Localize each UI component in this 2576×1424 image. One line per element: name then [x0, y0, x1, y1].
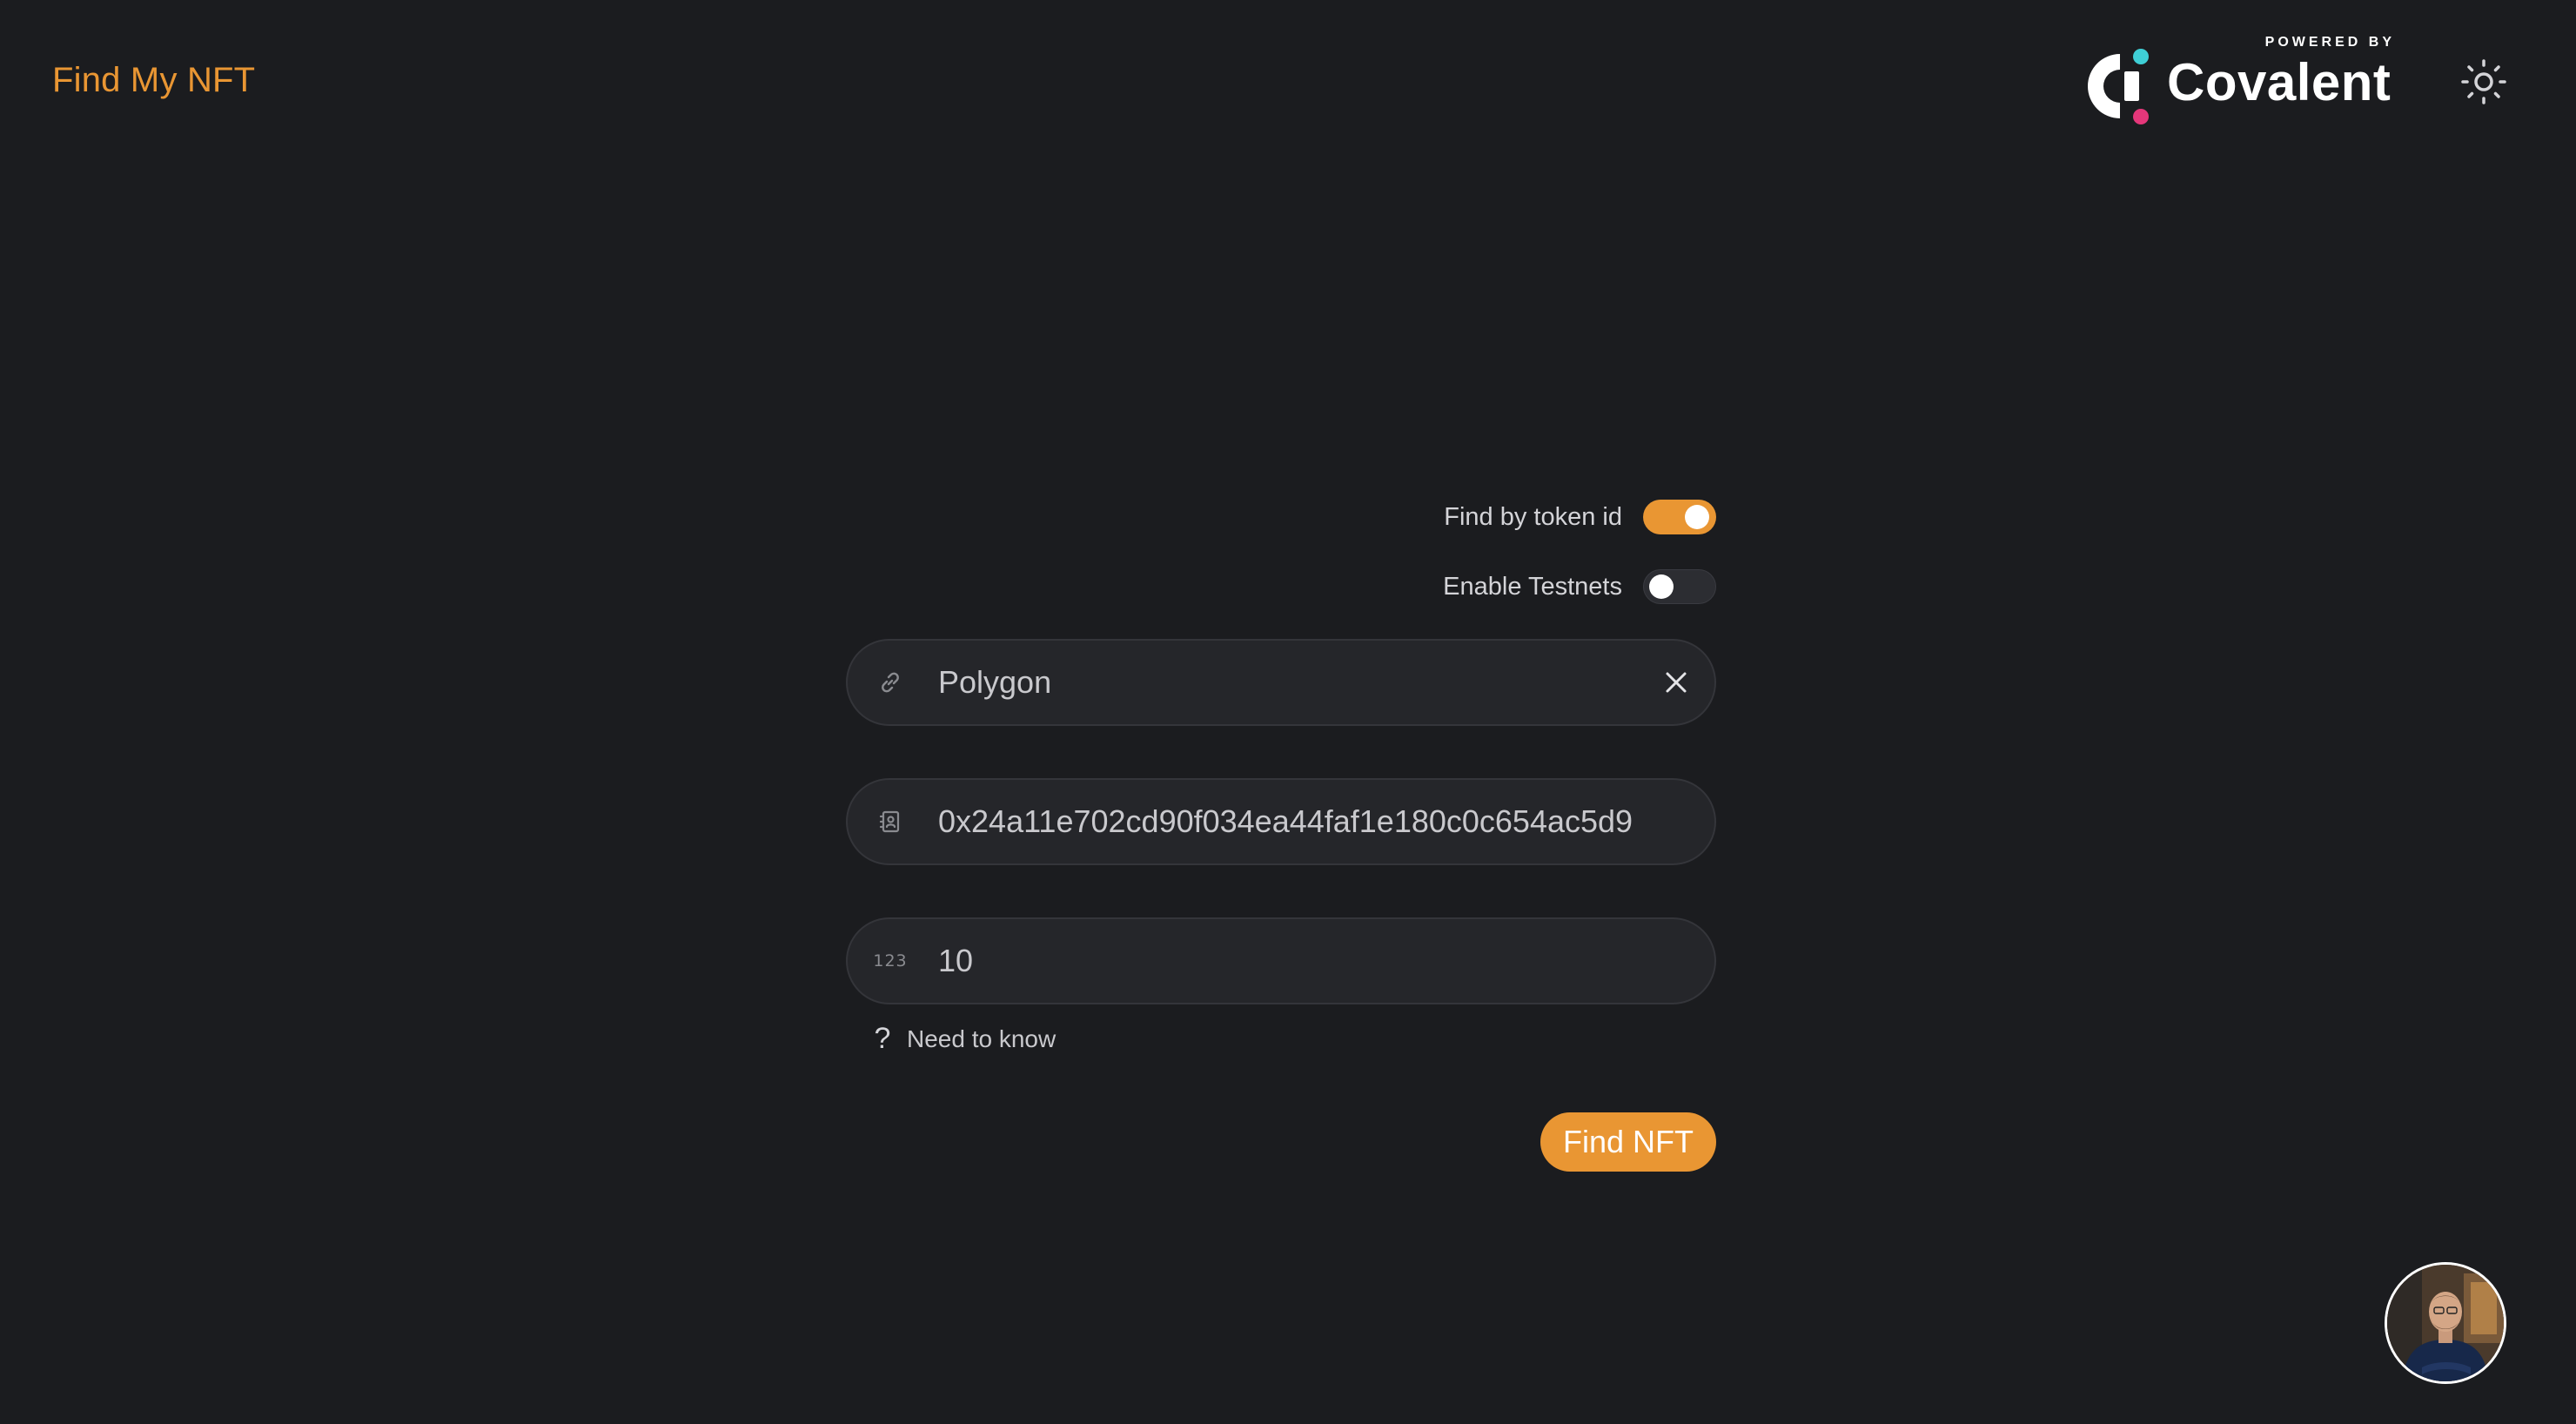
link-icon: [875, 668, 905, 697]
covalent-wordmark: Covalent: [2167, 53, 2392, 111]
covalent-brand[interactable]: POWERED BY Covalent: [2082, 31, 2404, 127]
app-page: Find My NFT POWERED BY Covalent Find by …: [0, 0, 2576, 1424]
contact-card-icon: [875, 807, 905, 836]
numbers-icon: 123: [873, 951, 908, 971]
find-nft-button[interactable]: Find NFT: [1540, 1112, 1716, 1172]
find-by-token-id-switch[interactable]: [1643, 500, 1716, 534]
avatar-photo: [2387, 1265, 2504, 1381]
question-icon: ?: [874, 1022, 891, 1055]
token-id-value: 10: [938, 943, 974, 978]
need-to-know-link[interactable]: ? Need to know: [874, 1022, 1057, 1056]
covalent-logo-icon: [2088, 49, 2149, 124]
theme-toggle-button[interactable]: [2459, 57, 2508, 106]
chain-value: Polygon: [938, 664, 1052, 700]
switch-knob: [1649, 574, 1674, 599]
close-icon[interactable]: [1659, 665, 1694, 700]
switch-knob: [1685, 505, 1709, 529]
chain-select-input[interactable]: Polygon: [846, 639, 1716, 726]
contract-address-input[interactable]: 0x24a11e702cd90f034ea44faf1e180c0c654ac5…: [846, 778, 1716, 865]
find-by-token-id-label: Find by token id: [1444, 502, 1622, 531]
app-title[interactable]: Find My NFT: [52, 61, 255, 100]
powered-by-label: POWERED BY: [2264, 35, 2395, 50]
enable-testnets-row: Enable Testnets: [1443, 569, 1716, 604]
enable-testnets-label: Enable Testnets: [1443, 572, 1622, 601]
sun-icon: [2461, 59, 2506, 104]
contract-address-value: 0x24a11e702cd90f034ea44faf1e180c0c654ac5…: [938, 803, 1633, 839]
enable-testnets-switch[interactable]: [1643, 569, 1716, 604]
token-id-input[interactable]: 123 10: [846, 917, 1716, 1004]
find-by-token-id-row: Find by token id: [1444, 500, 1716, 534]
need-to-know-label: Need to know: [907, 1024, 1057, 1052]
user-avatar[interactable]: [2385, 1262, 2506, 1384]
